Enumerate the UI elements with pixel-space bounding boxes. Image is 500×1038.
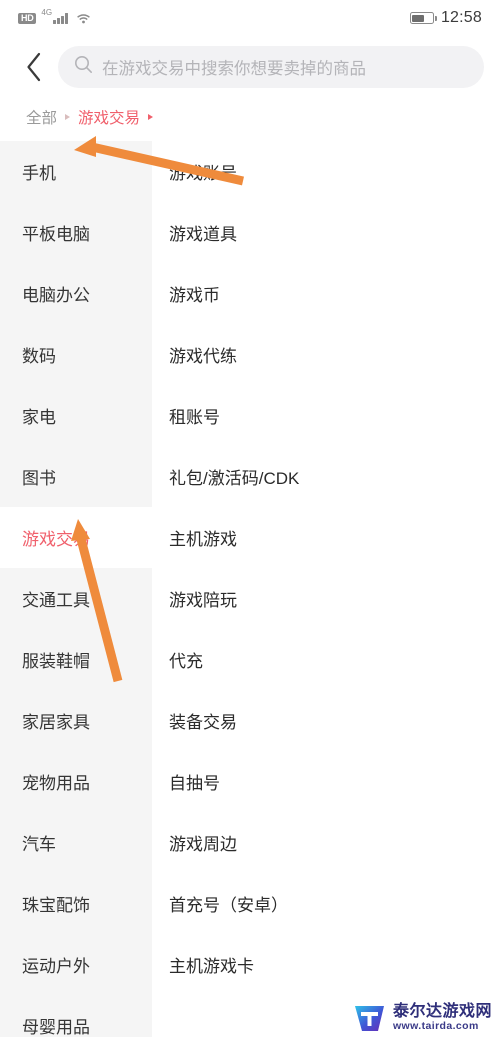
subcategory-item[interactable]: 游戏陪玩: [152, 568, 500, 629]
subcategory-item[interactable]: 主机游戏: [152, 507, 500, 568]
subcategory-item[interactable]: 首充号（安卓）: [152, 873, 500, 934]
category-sidebar[interactable]: 手机 平板电脑 电脑办公 数码 家电 图书 游戏交易 交通工具 服装鞋帽 家居家具 宠物用品 汽车 珠宝…: [0, 141, 152, 1037]
search-input[interactable]: 在游戏交易中搜索你想要卖掉的商品: [58, 46, 484, 88]
search-icon: [74, 55, 93, 79]
battery-level-fill: [412, 14, 425, 22]
sidebar-item[interactable]: 汽车: [0, 812, 152, 873]
subcategory-list[interactable]: 游戏账号 游戏道具 游戏币 游戏代练 租账号 礼包/激活码/CDK 主机游戏 游戏陪玩 代充 装备…: [152, 141, 500, 1037]
tairda-logo-icon: [353, 1003, 387, 1033]
sidebar-item[interactable]: 数码: [0, 324, 152, 385]
sidebar-item[interactable]: 交通工具: [0, 568, 152, 629]
subcategory-item[interactable]: 游戏币: [152, 263, 500, 324]
subcategory-item[interactable]: 游戏账号: [152, 141, 500, 202]
sidebar-item[interactable]: 家电: [0, 385, 152, 446]
status-bar-right: 12:58: [409, 9, 482, 27]
sidebar-item[interactable]: 母婴用品: [0, 995, 152, 1037]
chevron-left-icon: [25, 52, 42, 82]
search-input-placeholder: 在游戏交易中搜索你想要卖掉的商品: [102, 60, 366, 78]
subcategory-item[interactable]: 游戏代练: [152, 324, 500, 385]
status-bar-left: HD 4G: [18, 8, 91, 24]
sidebar-item[interactable]: 图书: [0, 446, 152, 507]
sidebar-item[interactable]: 家居家具: [0, 690, 152, 751]
watermark-site-url: www.tairda.com: [392, 1019, 479, 1032]
triangle-right-icon: [65, 114, 71, 120]
sidebar-item[interactable]: 手机: [0, 141, 152, 202]
sidebar-item[interactable]: 电脑办公: [0, 263, 152, 324]
category-browser: 手机 平板电脑 电脑办公 数码 家电 图书 游戏交易 交通工具 服装鞋帽 家居家具 宠物用品 汽车 珠宝…: [0, 136, 500, 1037]
sidebar-item[interactable]: 宠物用品: [0, 751, 152, 812]
status-bar: HD 4G 12:58: [0, 0, 500, 36]
watermark-text: 泰尔达游戏网 www.tairda.com: [392, 1003, 492, 1032]
subcategory-item[interactable]: 游戏道具: [152, 202, 500, 263]
subcategory-item[interactable]: 主机游戏卡: [152, 934, 500, 995]
sidebar-item[interactable]: 珠宝配饰: [0, 873, 152, 934]
hd-icon: HD: [18, 13, 37, 24]
battery-icon: [409, 12, 437, 24]
subcategory-item[interactable]: 自抽号: [152, 751, 500, 812]
network-type-label: 4G: [41, 8, 53, 17]
watermark: 泰尔达游戏网 www.tairda.com: [353, 1003, 492, 1033]
subcategory-item[interactable]: 游戏周边: [152, 812, 500, 873]
breadcrumb-item-game-trading[interactable]: 游戏交易: [78, 106, 140, 128]
subcategory-item[interactable]: 租账号: [152, 385, 500, 446]
subcategory-item[interactable]: 装备交易: [152, 690, 500, 751]
signal-strength-bars: [53, 12, 68, 24]
status-bar-clock: 12:58: [440, 9, 482, 26]
subcategory-item[interactable]: 代充: [152, 629, 500, 690]
sidebar-item[interactable]: 服装鞋帽: [0, 629, 152, 690]
search-header: 在游戏交易中搜索你想要卖掉的商品: [0, 36, 500, 98]
signal-bars-icon: 4G: [41, 8, 68, 24]
breadcrumb: 全部 游戏交易: [0, 98, 500, 141]
sidebar-item[interactable]: 运动户外: [0, 934, 152, 995]
phone-screen: HD 4G 12:58 在游戏交易中搜索你想要卖掉的商品 全部 游戏交易 手机 …: [0, 0, 500, 1038]
sidebar-item[interactable]: 平板电脑: [0, 202, 152, 263]
wifi-icon: [76, 12, 91, 24]
breadcrumb-item-all[interactable]: 全部: [26, 106, 57, 128]
sidebar-item[interactable]: 游戏交易: [0, 507, 152, 568]
subcategory-item[interactable]: 礼包/激活码/CDK: [152, 446, 500, 507]
back-button[interactable]: [12, 46, 54, 88]
watermark-site-name: 泰尔达游戏网: [392, 1003, 492, 1021]
triangle-right-icon-active: [148, 114, 154, 120]
